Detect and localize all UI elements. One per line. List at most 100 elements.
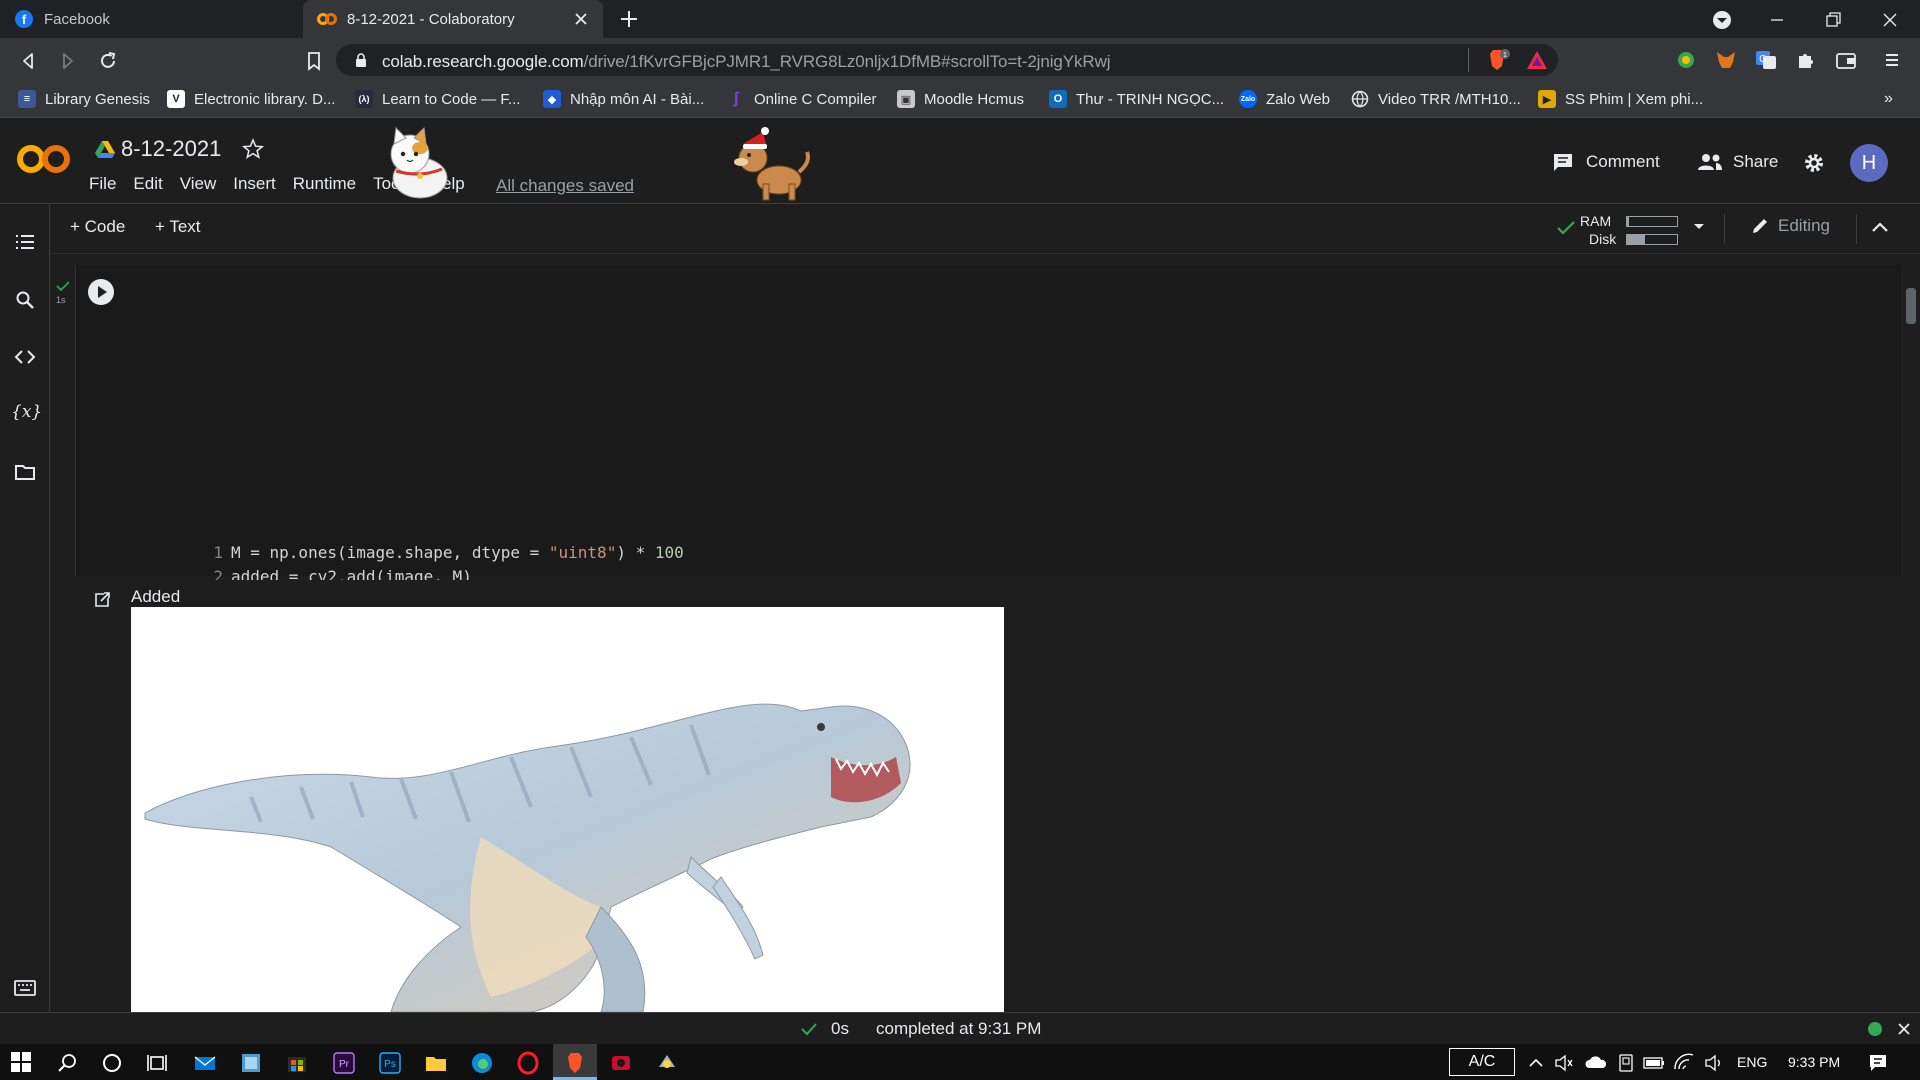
brave-shields-icon[interactable]: 1 [1484,48,1510,72]
add-code-button[interactable]: + Code [70,217,125,237]
more-bookmarks-icon[interactable]: » [1884,90,1893,108]
connected-check-icon [1556,219,1576,237]
reload-icon[interactable] [96,49,120,73]
bookmark-online-c-compiler[interactable]: ʃ Online C Compiler [727,90,876,108]
game-app-icon[interactable] [609,1051,633,1075]
output-text: Added [131,587,181,606]
add-text-button[interactable]: + Text [155,217,201,237]
bookmark-moodle[interactable]: ▣ Moodle Hcmus [897,90,1024,108]
menu-edit[interactable]: Edit [133,174,162,194]
settings-gear-icon[interactable] [1803,152,1825,174]
photos-app-icon[interactable] [239,1051,263,1075]
menu-file[interactable]: File [89,174,116,194]
menu-insert[interactable]: Insert [233,174,276,194]
photoshop-app-icon[interactable]: Ps [378,1051,402,1075]
wifi-icon[interactable] [1672,1051,1696,1075]
run-cell-button[interactable] [87,278,115,306]
command-palette-icon[interactable] [13,976,37,1000]
input-language[interactable]: ENG [1737,1054,1767,1070]
minimize-icon[interactable] [1765,8,1789,32]
show-hidden-icons-icon[interactable] [1524,1051,1548,1075]
brave-rewards-icon[interactable] [1526,49,1548,71]
cortana-icon[interactable] [100,1051,124,1075]
opera-browser-icon[interactable] [516,1051,540,1075]
menu-view[interactable]: View [180,174,217,194]
ac-indicator[interactable]: A/C [1449,1048,1515,1076]
close-tab-icon[interactable] [571,9,591,29]
variables-icon[interactable]: {x} [11,402,42,426]
bookmark-library-genesis[interactable]: ≡ Library Genesis [18,90,150,108]
output-actions-icon[interactable] [92,590,112,610]
resource-monitor[interactable]: RAM Disk [1580,209,1680,249]
notifications-icon[interactable] [1866,1051,1890,1075]
scrollbar-thumb[interactable] [1906,288,1916,324]
tab-facebook[interactable]: f Facebook [0,0,300,38]
volume-icon[interactable] [1702,1051,1726,1075]
cell-executed-check-icon [56,280,70,292]
library-icon: ≡ [18,90,36,108]
brave-browser-icon[interactable] [563,1051,587,1075]
notebook-title[interactable]: 8-12-2021 [121,136,221,162]
extensions-puzzle-icon[interactable] [1794,48,1818,72]
address-bar[interactable]: colab.research.google.com/drive/1fKvrGFB… [336,44,1558,76]
edge-browser-icon[interactable] [470,1051,494,1075]
bookmark-page-icon[interactable] [302,49,326,73]
code-line[interactable]: 1 M = np.ones(image.shape, dtype = "uint8… [151,541,684,565]
speaker-muted-icon[interactable] [1552,1051,1576,1075]
close-window-icon[interactable] [1878,8,1902,32]
restore-icon[interactable] [1821,8,1845,32]
bookmark-video-trr[interactable]: Video TRR /MTH10... [1351,90,1521,108]
metamask-icon[interactable] [1714,48,1738,72]
menu-runtime[interactable]: Runtime [293,174,356,194]
save-status-link[interactable]: All changes saved [496,176,634,196]
file-explorer-icon[interactable] [424,1051,448,1075]
wallet-icon[interactable] [1834,48,1858,72]
tab-colaboratory[interactable]: 8-12-2021 - Colaboratory [303,0,603,38]
mail-app-icon[interactable] [193,1051,217,1075]
search-icon[interactable] [13,288,37,312]
extension-chrome-icon[interactable] [1674,48,1698,72]
forward-icon[interactable] [56,49,80,73]
resource-dropdown-icon[interactable] [1692,222,1706,232]
premiere-app-icon[interactable]: Pr [332,1051,356,1075]
store-app-icon[interactable] [285,1051,309,1075]
files-folder-icon[interactable] [13,460,37,484]
code-snippets-icon[interactable] [13,345,37,369]
collapse-header-icon[interactable] [1870,220,1890,234]
globe-icon [1351,90,1369,108]
bookmark-zalo[interactable]: Zalo Zalo Web [1239,90,1330,108]
taskbar-search-icon[interactable] [56,1051,80,1075]
system-clock[interactable]: 9:33 PM [1788,1054,1840,1070]
onedrive-cloud-icon[interactable] [1584,1051,1608,1075]
python-idle-icon[interactable] [655,1051,679,1075]
translate-icon[interactable]: G [1754,48,1778,72]
share-button[interactable]: Share [1697,152,1778,172]
bookmark-ss-phim[interactable]: ▶ SS Phim | Xem phi... [1538,90,1703,108]
new-tab-icon[interactable] [618,8,640,30]
star-icon[interactable] [242,138,264,160]
task-view-icon[interactable] [145,1051,169,1075]
editing-mode-button[interactable]: Editing [1750,216,1830,236]
execution-status-bar: 0s completed at 9:31 PM [0,1012,1920,1044]
browser-tab-strip: f Facebook 8-12-2021 - Colaboratory [0,0,1920,38]
comment-button[interactable]: Comment [1552,152,1660,172]
avatar[interactable]: H [1850,144,1888,182]
back-icon[interactable] [16,49,40,73]
device-icon[interactable] [1614,1051,1638,1075]
windows-start-icon[interactable] [10,1051,34,1075]
bookmark-learn-to-code[interactable]: (λ) Learn to Code — F... [355,90,520,108]
bookmark-electronic-library[interactable]: V Electronic library. D... [167,90,335,108]
profile-dropdown-icon[interactable] [1710,8,1734,32]
colab-logo[interactable] [16,144,72,174]
battery-icon[interactable] [1642,1051,1666,1075]
film-icon: ▶ [1538,90,1556,108]
status-completed-text[interactable]: completed at 9:31 PM [876,1019,1041,1039]
bookmark-nhap-mon-ai[interactable]: ◆ Nhập môn AI - Bài... [543,90,704,108]
bookmarks-bar: ≡ Library Genesis V Electronic library. D.… [0,82,1920,118]
browser-menu-icon[interactable] [1880,48,1904,72]
code-cell[interactable]: 1 M = np.ones(image.shape, dtype = "uint8… [75,265,1901,826]
bookmark-outlook[interactable]: O Thư - TRINH NGỌC... [1049,90,1224,108]
close-status-icon[interactable] [1896,1021,1912,1037]
table-of-contents-icon[interactable] [13,230,37,254]
code-text: M = np.ones(image.shape, dtype = "uint8"… [231,543,684,562]
